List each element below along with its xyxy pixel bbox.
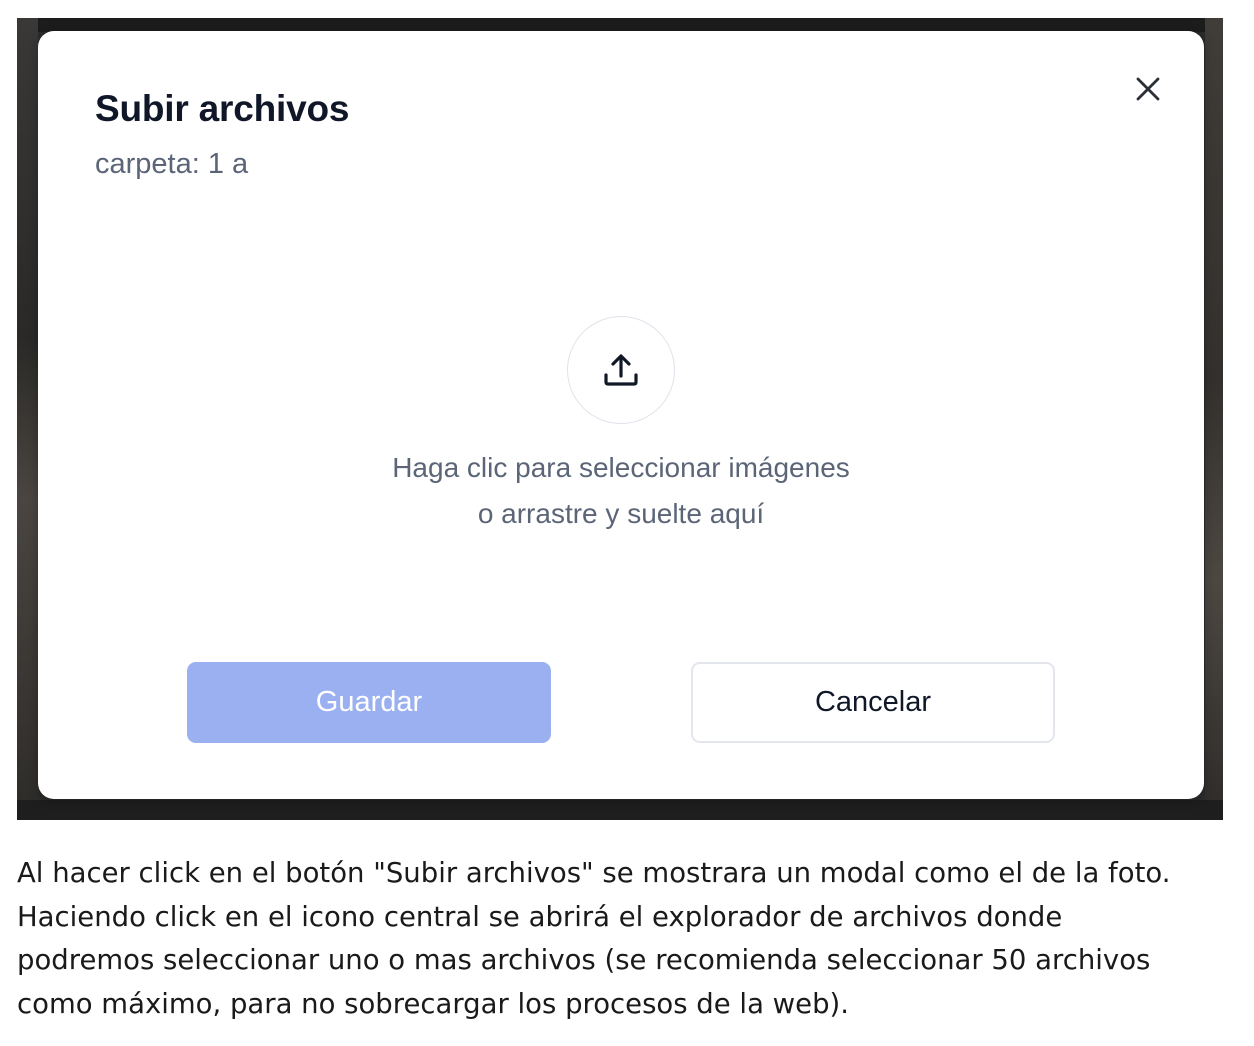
upload-dropzone-button[interactable] (567, 316, 675, 424)
caption-line: podremos seleccionar uno o mas archivos … (17, 944, 1151, 976)
close-icon (1136, 77, 1160, 101)
background-overlay-right (1205, 18, 1223, 820)
background-overlay-bottom (17, 800, 1223, 820)
screenshot-frame: Subir archivos carpeta: 1 a Haga clic pa… (17, 18, 1223, 820)
upload-instructions[interactable]: Haga clic para seleccionar imágenes o ar… (271, 445, 971, 537)
save-button[interactable]: Guardar (187, 662, 551, 743)
caption-line: como máximo, para no sobrecargar los pro… (17, 987, 849, 1020)
upload-icon (604, 354, 638, 386)
upload-instructions-line1: Haga clic para seleccionar imágenes (392, 452, 850, 483)
background-overlay-left (17, 18, 38, 820)
upload-instructions-line2: o arrastre y suelte aquí (477, 498, 765, 529)
modal-title: Subir archivos (95, 88, 350, 129)
caption-text: Al hacer click en el botón "Subir archiv… (17, 852, 1242, 1026)
background-overlay-top (17, 18, 1223, 32)
upload-modal: Subir archivos carpeta: 1 a Haga clic pa… (38, 31, 1204, 799)
caption-line: Al hacer click en el botón "Subir archiv… (17, 857, 1171, 889)
caption-line: Haciendo click en el icono central se ab… (17, 900, 1063, 933)
cancel-button[interactable]: Cancelar (691, 662, 1055, 743)
close-button[interactable] (1128, 69, 1168, 109)
modal-subtitle: carpeta: 1 a (95, 148, 249, 180)
